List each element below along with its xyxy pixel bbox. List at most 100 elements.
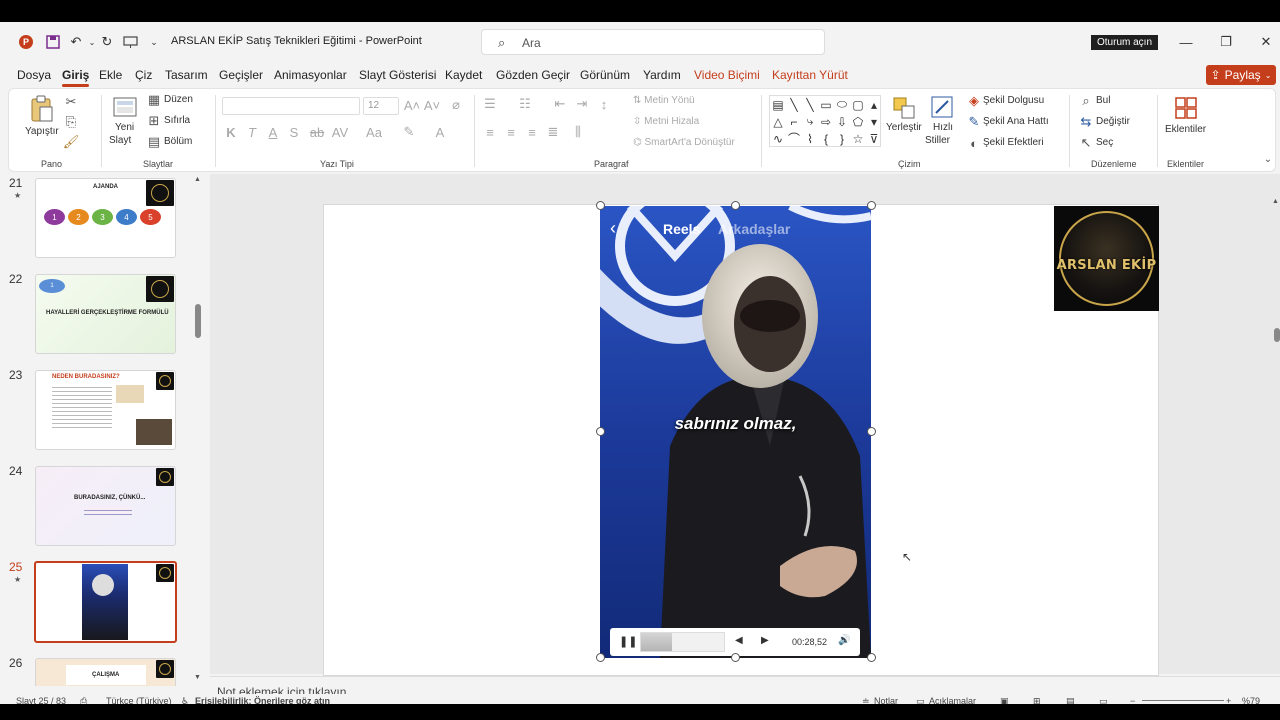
redo-icon[interactable]: ↻	[99, 34, 115, 50]
flowchart-shape-icon[interactable]: ⬠	[850, 113, 866, 130]
normal-view-icon[interactable]: ▣	[1000, 696, 1009, 704]
layout-icon[interactable]: ▦	[147, 92, 161, 107]
new-slide-label[interactable]: Yeni	[115, 122, 134, 133]
slide-thumbnail-25[interactable]	[34, 561, 177, 643]
find-button[interactable]: Bul	[1096, 95, 1110, 106]
video-player[interactable]: ‹ Reels Arkadaşlar sabrınız olmaz, ❚❚ ◀ …	[600, 206, 871, 658]
tab-gecisler[interactable]: Geçişler	[219, 68, 263, 82]
increase-indent-icon[interactable]: ⇥	[575, 96, 589, 111]
format-painter-icon[interactable]: 🖌	[63, 134, 80, 149]
align-left-icon[interactable]: ≡	[483, 125, 497, 140]
collapse-ribbon-icon[interactable]: ⌄	[1262, 153, 1274, 165]
tab-dosya[interactable]: Dosya	[17, 68, 51, 82]
line-spacing-icon[interactable]: ↕	[597, 97, 611, 112]
slide-thumbnail-22[interactable]: 1 HAYALLERİ GERÇEKLEŞTİRME FORMÜLÜ	[35, 274, 176, 354]
resize-handle[interactable]	[867, 201, 876, 210]
scroll-down-icon[interactable]: ▼	[194, 674, 201, 681]
curve-shape-icon[interactable]: ∿	[770, 130, 786, 147]
line-shape-icon[interactable]: ╲	[802, 96, 818, 113]
copy-icon[interactable]: ⎘	[64, 114, 78, 129]
tab-gorunum[interactable]: Görünüm	[580, 68, 630, 82]
slide-thumbnail-26[interactable]: ÇALIŞMA	[35, 658, 176, 686]
text-direction-button[interactable]: ⇅ Metin Yönü	[633, 95, 695, 106]
new-slide-label-2[interactable]: Slayt	[109, 135, 131, 146]
shape-fill-icon[interactable]: ◈	[967, 93, 981, 108]
align-right-icon[interactable]: ≡	[525, 125, 539, 140]
highlight-icon[interactable]: ✎	[402, 124, 416, 139]
accessibility-label[interactable]: Erişilebilirlik: Önerilere göz atın	[195, 696, 330, 704]
tab-animasyonlar[interactable]: Animasyonlar	[274, 68, 347, 82]
tab-yardim[interactable]: Yardım	[643, 68, 681, 82]
resize-handle[interactable]	[731, 201, 740, 210]
tab-ciz[interactable]: Çiz	[135, 68, 152, 82]
align-center-icon[interactable]: ≡	[504, 125, 518, 140]
shape-outline-icon[interactable]: ✎	[967, 114, 981, 129]
arrange-label[interactable]: Yerleştir	[886, 122, 922, 133]
textbox-shape-icon[interactable]: ▤	[770, 96, 786, 113]
more-shapes-icon[interactable]: ▴	[866, 96, 882, 113]
numbering-icon[interactable]: ☷	[518, 96, 532, 111]
reset-icon[interactable]: ⊞	[147, 113, 161, 128]
font-family-select[interactable]	[222, 97, 360, 115]
volume-icon[interactable]: 🔊	[838, 635, 850, 646]
addins-icon[interactable]	[1173, 95, 1199, 121]
step-back-icon[interactable]: ◀	[735, 635, 743, 646]
quick-styles-icon[interactable]	[930, 95, 954, 121]
strikethrough-button[interactable]: ab	[309, 125, 325, 140]
resize-handle[interactable]	[596, 653, 605, 662]
pause-button[interactable]: ❚❚	[619, 635, 637, 648]
replace-button[interactable]: Değiştir	[1096, 116, 1130, 127]
tab-tasarim[interactable]: Tasarım	[165, 68, 208, 82]
char-spacing-button[interactable]: AV	[331, 125, 349, 140]
undo-dropdown-icon[interactable]: ⌄	[84, 34, 100, 50]
scrollbar-thumb[interactable]	[195, 304, 201, 338]
replace-icon[interactable]: ⇆	[1079, 114, 1093, 129]
notes-button[interactable]: Notlar	[874, 696, 898, 704]
resize-handle[interactable]	[596, 427, 605, 436]
zoom-level[interactable]: %79	[1242, 696, 1260, 704]
elbow-shape-icon[interactable]: ⌐	[786, 113, 802, 130]
addins-button[interactable]: Eklentiler	[1165, 124, 1206, 135]
triangle-shape-icon[interactable]: △	[770, 113, 786, 130]
tab-video-bicimi[interactable]: Video Biçimi	[694, 68, 760, 82]
brace-shape-icon[interactable]: {	[818, 130, 834, 147]
connector-shape-icon[interactable]: ⤷	[802, 113, 818, 130]
thumbnails-scrollbar[interactable]: ▲ ▼	[193, 176, 203, 686]
justify-icon[interactable]: ≣	[546, 124, 560, 139]
expand-gallery-icon[interactable]: ⊽	[866, 130, 882, 147]
line-shape-icon[interactable]: ╲	[786, 96, 802, 113]
rounded-rect-shape-icon[interactable]: ▢	[850, 96, 866, 113]
search-input[interactable]: ⌕ Ara	[481, 29, 825, 55]
font-color-icon[interactable]: A	[433, 125, 447, 140]
arrow-down-shape-icon[interactable]: ⇩	[834, 113, 850, 130]
comments-button[interactable]: Açıklamalar	[929, 696, 976, 704]
zoom-in-icon[interactable]: +	[1226, 696, 1231, 704]
align-text-button[interactable]: ⇳ Metni Hizala	[633, 116, 699, 127]
tab-slayt-gosterisi[interactable]: Slayt Gösterisi	[359, 68, 436, 82]
resize-handle[interactable]	[596, 201, 605, 210]
arrange-icon[interactable]	[892, 95, 916, 121]
reset-button[interactable]: Sıfırla	[164, 115, 190, 126]
tab-kayittan-yurut[interactable]: Kayıttan Yürüt	[772, 68, 848, 82]
resize-handle[interactable]	[867, 427, 876, 436]
scrollbar-thumb[interactable]	[1274, 328, 1280, 342]
select-icon[interactable]: ↖	[1079, 135, 1093, 150]
section-button[interactable]: Bölüm	[164, 136, 192, 147]
brace-shape-icon[interactable]: }	[834, 130, 850, 147]
change-case-button[interactable]: Aa	[365, 125, 383, 140]
cut-icon[interactable]: ✂	[64, 94, 78, 109]
select-button[interactable]: Seç	[1096, 137, 1113, 148]
layout-button[interactable]: Düzen	[164, 94, 193, 105]
more-shapes-icon[interactable]: ▾	[866, 113, 882, 130]
scroll-up-icon[interactable]: ▲	[1272, 198, 1279, 205]
shapes-gallery[interactable]: ▤ ╲ ╲ ▭ ⬭ ▢ ▴ △ ⌐ ⤷ ⇨ ⇩ ⬠ ▾ ∿ ⌒ ⌇{} ☆ ⊽	[769, 95, 881, 147]
section-icon[interactable]: ▤	[147, 134, 161, 149]
decrease-indent-icon[interactable]: ⇤	[553, 96, 567, 111]
share-button[interactable]: ⇪ Paylaş ⌄	[1206, 65, 1276, 85]
shape-outline-button[interactable]: Şekil Ana Hattı	[983, 116, 1049, 127]
save-icon[interactable]	[45, 34, 61, 50]
freeform-shape-icon[interactable]: ⌇	[802, 130, 818, 147]
rectangle-shape-icon[interactable]: ▭	[818, 96, 834, 113]
spellcheck-icon[interactable]: ⎙	[80, 696, 87, 704]
slideshow-icon[interactable]: ▭	[1099, 696, 1108, 704]
